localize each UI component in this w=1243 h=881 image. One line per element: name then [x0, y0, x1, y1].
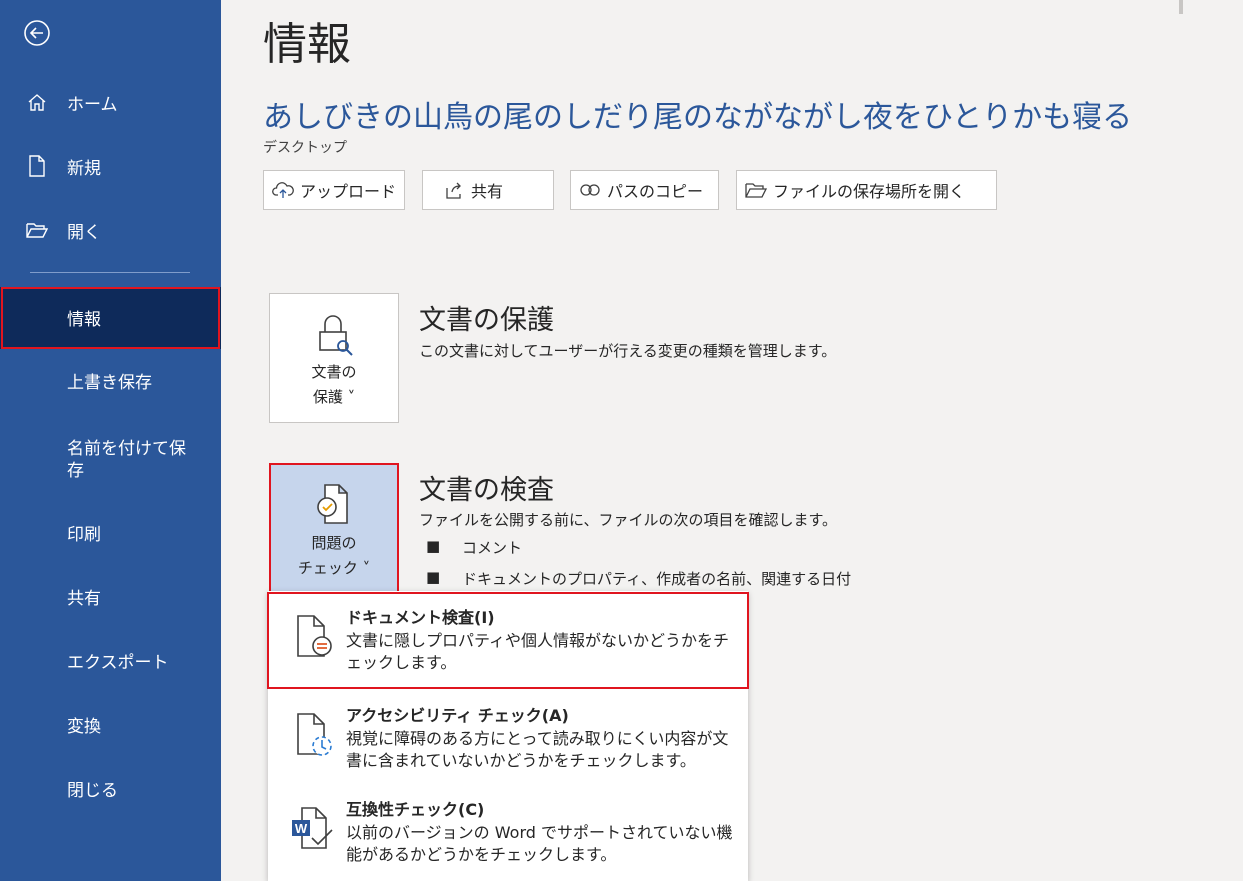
sidebar-item-label: エクスポート — [67, 653, 169, 673]
check-for-issues-label: 問題の チェック ˅ — [271, 531, 397, 581]
copy-link-icon — [579, 179, 601, 201]
bullet-marker: ■ — [426, 568, 441, 586]
menu-item-title: アクセシビリティ チェック(A) — [346, 706, 569, 725]
protect-document-label: 文書の 保護 ˅ — [270, 360, 398, 410]
sidebar-item-home[interactable]: ホーム — [0, 76, 221, 128]
check-label-line2: チェック ˅ — [297, 559, 371, 577]
copy-path-label: パスのコピー — [607, 182, 704, 201]
sidebar-item-share[interactable]: 共有 — [0, 576, 221, 622]
protect-label-line2: 保護 ˅ — [312, 388, 356, 406]
sidebar-item-convert[interactable]: 変換 — [0, 704, 221, 750]
share-label: 共有 — [471, 182, 504, 201]
inspect-bullet-item: ■ ドキュメントのプロパティ、作成者の名前、関連する日付 — [426, 568, 851, 589]
protect-section-title: 文書の保護 — [419, 305, 554, 336]
sidebar-item-label: 名前を付けて保存 — [67, 439, 186, 481]
sidebar-item-close[interactable]: 閉じる — [0, 768, 221, 814]
new-document-icon — [26, 155, 48, 177]
sidebar-item-open[interactable]: 開く — [0, 204, 221, 256]
back-arrow-icon — [24, 20, 50, 46]
sidebar-item-label: 新規 — [67, 158, 101, 179]
scrollbar-thumb[interactable] — [1179, 0, 1183, 14]
upload-cloud-icon — [272, 179, 294, 201]
backstage-sidebar: ホーム 新規 開く 情報 上書き保存 名前を付けて保存 印刷 共有 エクスポート… — [0, 0, 221, 881]
menu-item-accessibility-check[interactable]: アクセシビリティ チェック(A) 視覚に障碍のある方にとって読み取りにくい内容が… — [268, 702, 748, 792]
sidebar-item-label: ホーム — [67, 94, 118, 115]
share-button[interactable]: 共有 — [422, 170, 554, 210]
menu-item-description: 以前のバージョンの Word でサポートされていない機能があるかどうかをチェック… — [346, 823, 733, 864]
sidebar-item-label: 変換 — [67, 717, 101, 737]
protect-section-description: この文書に対してユーザーが行える変更の種類を管理します。 — [419, 342, 837, 360]
folder-open-icon — [745, 179, 767, 201]
sidebar-item-label: 上書き保存 — [67, 373, 152, 393]
svg-text:W: W — [295, 821, 308, 836]
sidebar-item-save-as[interactable]: 名前を付けて保存 — [0, 428, 221, 490]
protect-label-line1: 文書の — [311, 363, 357, 381]
open-file-location-label: ファイルの保存場所を開く — [773, 182, 966, 201]
document-title: あしびきの山鳥の尾のしだり尾のながながし夜をひとりかも寝る — [263, 100, 1133, 135]
home-icon — [26, 91, 48, 113]
menu-item-compatibility-check[interactable]: W 互換性チェック(C) 以前のバージョンの Word でサポートされていない機… — [268, 796, 748, 880]
sidebar-item-label: 印刷 — [67, 525, 101, 545]
sidebar-item-export[interactable]: エクスポート — [0, 640, 221, 686]
upload-button[interactable]: アップロード — [263, 170, 405, 210]
sidebar-item-label: 閉じる — [67, 781, 118, 801]
selection-highlight-box — [1, 287, 220, 349]
bullet-text: ドキュメントのプロパティ、作成者の名前、関連する日付 — [462, 570, 852, 588]
protect-document-button[interactable]: 文書の 保護 ˅ — [269, 293, 399, 423]
info-pane: 情報 あしびきの山鳥の尾のしだり尾のながながし夜をひとりかも寝る デスクトップ … — [221, 0, 1243, 881]
sidebar-item-new[interactable]: 新規 — [0, 140, 221, 192]
check-for-issues-button[interactable]: 問題の チェック ˅ — [269, 463, 399, 593]
share-icon — [443, 179, 465, 201]
check-document-icon — [317, 484, 348, 524]
sidebar-item-label: 共有 — [67, 589, 101, 609]
page-title: 情報 — [263, 19, 351, 70]
bullet-text: コメント — [462, 539, 523, 557]
inspect-bullet-item: ■ コメント — [426, 537, 522, 558]
sidebar-item-save[interactable]: 上書き保存 — [0, 360, 221, 406]
upload-label: アップロード — [300, 182, 397, 201]
menu-item-title: 互換性チェック(C) — [346, 800, 485, 819]
inspect-section-title: 文書の検査 — [419, 475, 554, 506]
open-file-location-button[interactable]: ファイルの保存場所を開く — [736, 170, 997, 210]
accessibility-check-icon — [297, 713, 332, 756]
menu-item-description: 視覚に障碍のある方にとって読み取りにくい内容が文書に含まれていないかどうかをチェ… — [346, 729, 729, 770]
back-button[interactable] — [22, 18, 52, 48]
open-folder-icon — [26, 219, 48, 241]
compatibility-check-icon: W — [292, 807, 333, 849]
sidebar-divider — [30, 272, 190, 273]
document-location: デスクトップ — [263, 140, 347, 156]
sidebar-item-print[interactable]: 印刷 — [0, 512, 221, 558]
bullet-marker: ■ — [426, 537, 441, 555]
sidebar-item-label: 開く — [67, 222, 101, 243]
inspect-section-description: ファイルを公開する前に、ファイルの次の項目を確認します。 — [419, 511, 838, 529]
lock-key-icon — [319, 315, 353, 356]
check-label-line1: 問題の — [311, 534, 357, 552]
check-for-issues-menu: ドキュメント検査(I) 文書に隠しプロパティや個人情報がないかどうかをチェックし… — [267, 591, 749, 881]
copy-path-button[interactable]: パスのコピー — [570, 170, 719, 210]
menu-highlight-box — [267, 592, 749, 689]
